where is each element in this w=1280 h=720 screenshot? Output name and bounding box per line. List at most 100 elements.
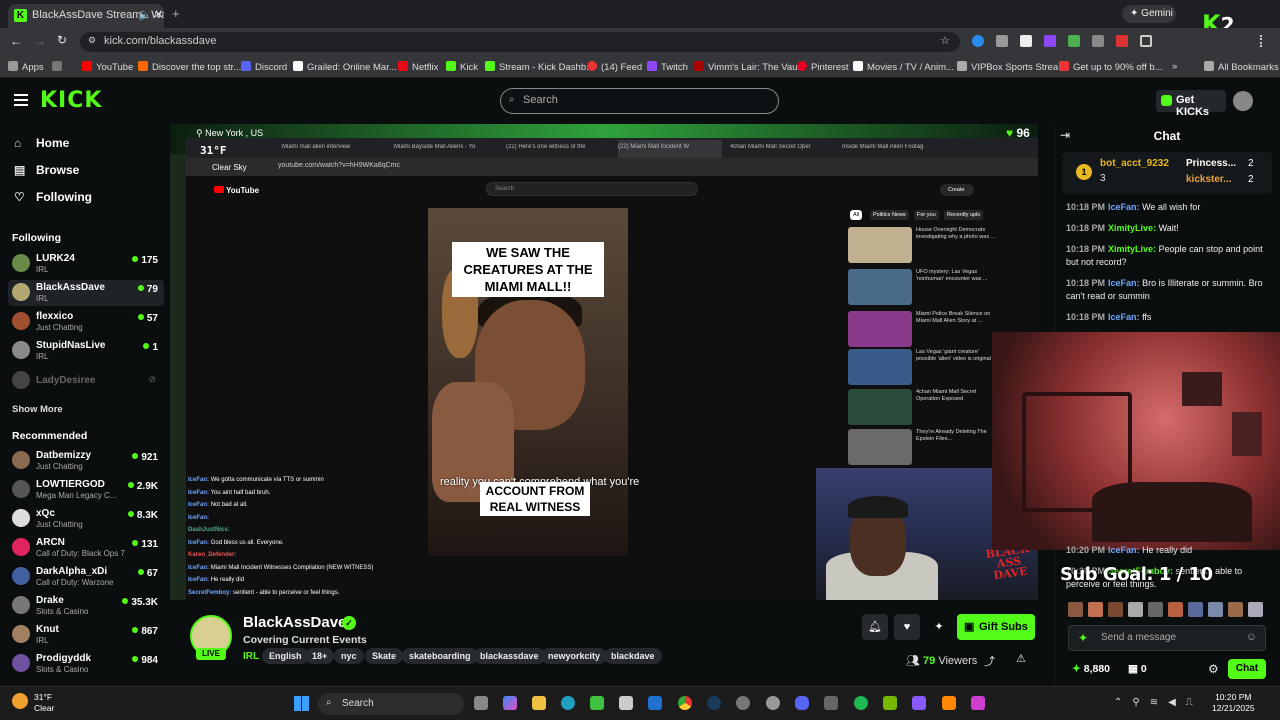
- bookmark-deal[interactable]: Get up to 90% off b...: [1059, 61, 1163, 73]
- bookmark-kick[interactable]: Kick: [446, 61, 478, 73]
- sidebar-channel-knut[interactable]: Knut IRL 867: [8, 622, 164, 648]
- nav-browse[interactable]: ▤ Browse: [14, 163, 79, 177]
- sidebar-channel-darkalpha[interactable]: DarkAlpha_xDi Call of Duty: Warzone 67: [8, 564, 164, 590]
- bookmark-discover[interactable]: Discover the top str...: [138, 61, 241, 73]
- extension-icon[interactable]: [1092, 35, 1104, 47]
- close-tab-icon[interactable]: ✕: [154, 8, 163, 21]
- browser-tab[interactable]: K BlackAssDave Stream - Wa 🔈 ✕: [8, 4, 164, 28]
- twitch-extension-icon[interactable]: [1044, 35, 1056, 47]
- address-bar[interactable]: ⚙ kick.com/blackassdave ☆: [80, 32, 960, 52]
- emote-icon[interactable]: [1168, 602, 1183, 617]
- bookmark-star-icon[interactable]: ☆: [940, 34, 950, 47]
- channel-name[interactable]: BlackAssDave: [243, 614, 346, 631]
- extension-icon[interactable]: [1020, 35, 1032, 47]
- new-tab-button[interactable]: +: [172, 6, 180, 21]
- nav-home[interactable]: ⌂ Home: [14, 136, 69, 150]
- site-info-icon[interactable]: ⚙: [88, 35, 96, 46]
- settings-icon[interactable]: [766, 696, 780, 710]
- reload-icon[interactable]: ↻: [57, 33, 67, 47]
- app-icon[interactable]: [912, 696, 926, 710]
- sidebar-channel-lowtiergod[interactable]: LOWTIERGOD Mega Man Legacy C... 2.9K: [8, 477, 164, 503]
- more-bookmarks-icon[interactable]: »: [1172, 61, 1177, 72]
- gift-subs-button[interactable]: ▣ Gift Subs: [957, 614, 1035, 640]
- bookmark-discord[interactable]: Discord: [241, 61, 287, 73]
- sidebar-channel-xqc[interactable]: xQc Just Chatting 8.3K: [8, 506, 164, 532]
- weather-widget[interactable]: 31°F Clear: [34, 692, 54, 714]
- chat-send-button[interactable]: Chat: [1228, 659, 1266, 679]
- sidebar-channel-stupidnaslive[interactable]: StupidNasLive IRL 1: [8, 338, 164, 364]
- tag[interactable]: newyorkcity: [541, 648, 608, 664]
- chat-settings-icon[interactable]: ⚙: [1208, 662, 1219, 676]
- forward-icon[interactable]: →: [34, 34, 46, 48]
- steam-icon[interactable]: [707, 696, 721, 710]
- show-more-button[interactable]: Show More: [12, 404, 63, 415]
- tag[interactable]: 18+: [305, 648, 335, 664]
- sidebar-channel-blackassdave[interactable]: BlackAssDave IRL 79: [8, 280, 164, 306]
- apps-grid-icon[interactable]: [52, 61, 66, 73]
- bookmark-pinterest[interactable]: Pinterest: [797, 61, 849, 73]
- taskbar-search[interactable]: ⌕ Search: [318, 693, 464, 715]
- sidebar-channel-prodigyddk[interactable]: Prodigyddk Slots & Casino 984: [8, 651, 164, 677]
- emote-icon[interactable]: [1188, 602, 1203, 617]
- edge-icon[interactable]: [561, 696, 575, 710]
- app-icon[interactable]: [971, 696, 985, 710]
- bookmark-feed[interactable]: (14) Feed: [587, 61, 642, 73]
- emote-icon[interactable]: [1108, 602, 1123, 617]
- tag[interactable]: blackdave: [604, 648, 662, 664]
- tag[interactable]: English: [262, 648, 309, 664]
- share-icon[interactable]: ⤴: [984, 653, 995, 669]
- app-icon[interactable]: [590, 696, 604, 710]
- send-message-input[interactable]: ✦ Send a message ☺: [1068, 625, 1266, 651]
- extension-icon[interactable]: [972, 35, 984, 47]
- kick-logo[interactable]: KICK: [40, 88, 102, 113]
- chrome-icon[interactable]: [678, 696, 692, 710]
- outlook-icon[interactable]: [648, 696, 662, 710]
- menu-dots-icon[interactable]: [1260, 35, 1264, 47]
- stream-category[interactable]: IRL: [243, 651, 259, 662]
- boost-button[interactable]: ✦: [926, 614, 952, 640]
- bookmark-all[interactable]: All Bookmarks: [1204, 61, 1279, 73]
- bookmark-apps[interactable]: Apps: [8, 61, 44, 73]
- sidebar-channel-lurk24[interactable]: LURK24 IRL 175: [8, 251, 164, 277]
- bookmark-vimms-lair[interactable]: Vimm's Lair: The Vault: [694, 61, 802, 73]
- file-explorer-icon[interactable]: [532, 696, 546, 710]
- store-icon[interactable]: [619, 696, 633, 710]
- bookmark-kick-dashboard[interactable]: Stream - Kick Dashb...: [485, 61, 594, 73]
- sidebar-channel-flexxico[interactable]: flexxico Just Chatting 57: [8, 309, 164, 335]
- bookmark-netflix[interactable]: Netflix: [398, 61, 438, 73]
- emote-icon[interactable]: [1088, 602, 1103, 617]
- app-icon[interactable]: [824, 696, 838, 710]
- app-icon[interactable]: [736, 696, 750, 710]
- emoji-picker-icon[interactable]: ☺: [1246, 631, 1257, 643]
- extension-icon[interactable]: [1116, 35, 1128, 47]
- user-avatar[interactable]: [1233, 91, 1253, 111]
- nvidia-icon[interactable]: [883, 696, 897, 710]
- bookmark-twitch[interactable]: Twitch: [647, 61, 688, 73]
- mute-tab-icon[interactable]: 🔈: [138, 8, 152, 21]
- emote-icon[interactable]: [1248, 602, 1263, 617]
- bookmark-grailed[interactable]: Grailed: Online Mar...: [293, 61, 397, 73]
- back-icon[interactable]: ←: [10, 34, 22, 48]
- task-view-icon[interactable]: [474, 696, 488, 710]
- search-input[interactable]: ⌕ Search: [500, 88, 779, 114]
- extension-icon[interactable]: [1068, 35, 1080, 47]
- tag[interactable]: blackassdave: [473, 648, 546, 664]
- bookmark-youtube[interactable]: YouTube: [82, 61, 133, 73]
- gemini-button[interactable]: ✦ Gemini: [1122, 5, 1176, 23]
- windows-start-icon[interactable]: [294, 696, 309, 711]
- puzzle-extensions-icon[interactable]: [1140, 35, 1152, 47]
- system-tray[interactable]: ⌃⚲≋◀⎍: [1114, 697, 1203, 708]
- weather-widget-icon[interactable]: [12, 693, 28, 709]
- sidebar-channel-ladydesiree[interactable]: LadyDesiree ⊘: [8, 368, 164, 394]
- emote-icon[interactable]: [1208, 602, 1223, 617]
- sidebar-channel-datbemizzy[interactable]: Datbemizzy Just Chatting 921: [8, 448, 164, 474]
- tag[interactable]: nyc: [334, 648, 364, 664]
- channel-points[interactable]: ✦ 8,880: [1072, 663, 1110, 675]
- hamburger-menu-icon[interactable]: [14, 94, 28, 106]
- taskbar-clock[interactable]: 10:20 PM 12/21/2025: [1212, 692, 1255, 714]
- emote-icon[interactable]: [1148, 602, 1163, 617]
- second-counter[interactable]: ▦ 0: [1128, 663, 1147, 675]
- get-kicks-button[interactable]: Get KICKs: [1156, 90, 1226, 118]
- sidebar-channel-arcn[interactable]: ARCN Call of Duty: Black Ops 7 131: [8, 535, 164, 561]
- tag[interactable]: Skate: [365, 648, 404, 664]
